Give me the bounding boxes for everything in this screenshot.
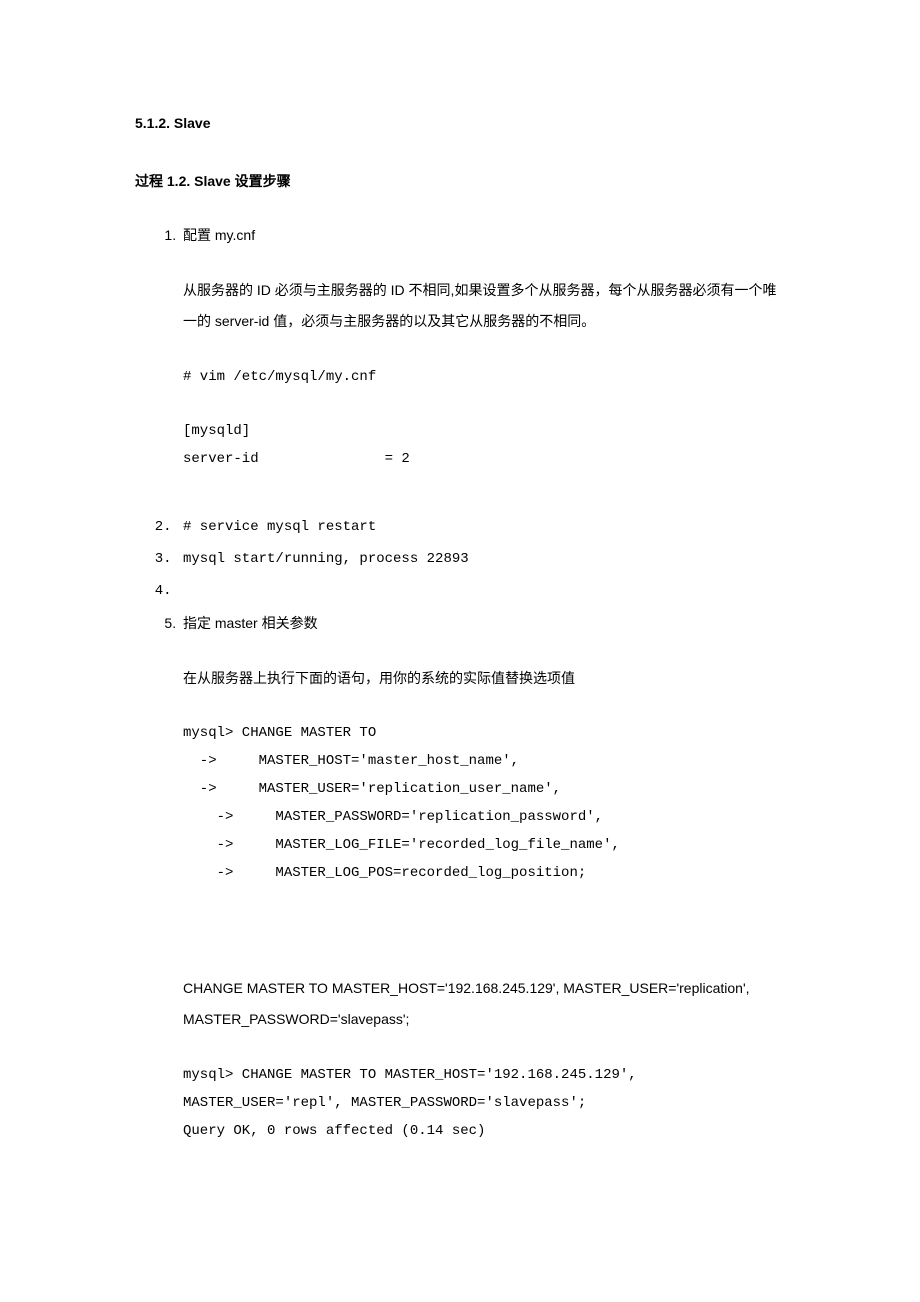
step-1-code-2: [mysqld] server-id = 2 — [183, 417, 785, 473]
step-5-code-a: mysql> CHANGE MASTER TO -> MASTER_HOST='… — [183, 719, 785, 887]
step-1: 配置 my.cnf 从服务器的 ID 必须与主服务器的 ID 不相同,如果设置多… — [180, 221, 785, 509]
step-1-title: 配置 my.cnf — [183, 221, 785, 249]
code-line: -> MASTER_HOST='master_host_name', — [183, 753, 519, 769]
procedure-heading: 过程 1.2. Slave 设置步骤 — [135, 171, 785, 191]
code-line: -> MASTER_PASSWORD='replication_password… — [183, 809, 603, 825]
code-line: -> MASTER_USER='replication_user_name', — [183, 781, 561, 797]
code-line: mysql> CHANGE MASTER TO — [183, 725, 376, 741]
step-1-desc: 从服务器的 ID 必须与主服务器的 ID 不相同,如果设置多个从服务器，每个从服… — [183, 275, 785, 337]
step-1-code-1: # vim /etc/mysql/my.cnf — [183, 363, 785, 391]
step-5-code-b: mysql> CHANGE MASTER TO MASTER_HOST='192… — [183, 1061, 785, 1145]
code-line: -> MASTER_LOG_FILE='recorded_log_file_na… — [183, 837, 620, 853]
step-5-desc: 在从服务器上执行下面的语句，用你的系统的实际值替换选项值 — [183, 663, 785, 694]
code-line: mysql> CHANGE MASTER TO MASTER_HOST='192… — [183, 1067, 645, 1083]
code-line: Query OK, 0 rows affected (0.14 sec) — [183, 1123, 485, 1139]
step-5-title: 指定 master 相关参数 — [183, 609, 785, 637]
code-line: [mysqld] — [183, 423, 250, 439]
code-line: -> MASTER_LOG_POS=recorded_log_position; — [183, 865, 586, 881]
code-line: server-id = 2 — [183, 451, 410, 467]
step-5: 指定 master 相关参数 在从服务器上执行下面的语句，用你的系统的实际值替换… — [180, 609, 785, 1145]
page: 5.1.2. Slave 过程 1.2. Slave 设置步骤 配置 my.cn… — [0, 0, 920, 1302]
step-2: # service mysql restart — [180, 513, 785, 541]
code-line: MASTER_USER='repl', MASTER_PASSWORD='sla… — [183, 1095, 586, 1111]
steps-list: 配置 my.cnf 从服务器的 ID 必须与主服务器的 ID 不相同,如果设置多… — [135, 221, 785, 1145]
step-5-example-text: CHANGE MASTER TO MASTER_HOST='192.168.24… — [183, 973, 785, 1035]
step-3: mysql start/running, process 22893 — [180, 545, 785, 573]
step-4 — [180, 577, 785, 605]
section-number: 5.1.2. Slave — [135, 115, 785, 131]
